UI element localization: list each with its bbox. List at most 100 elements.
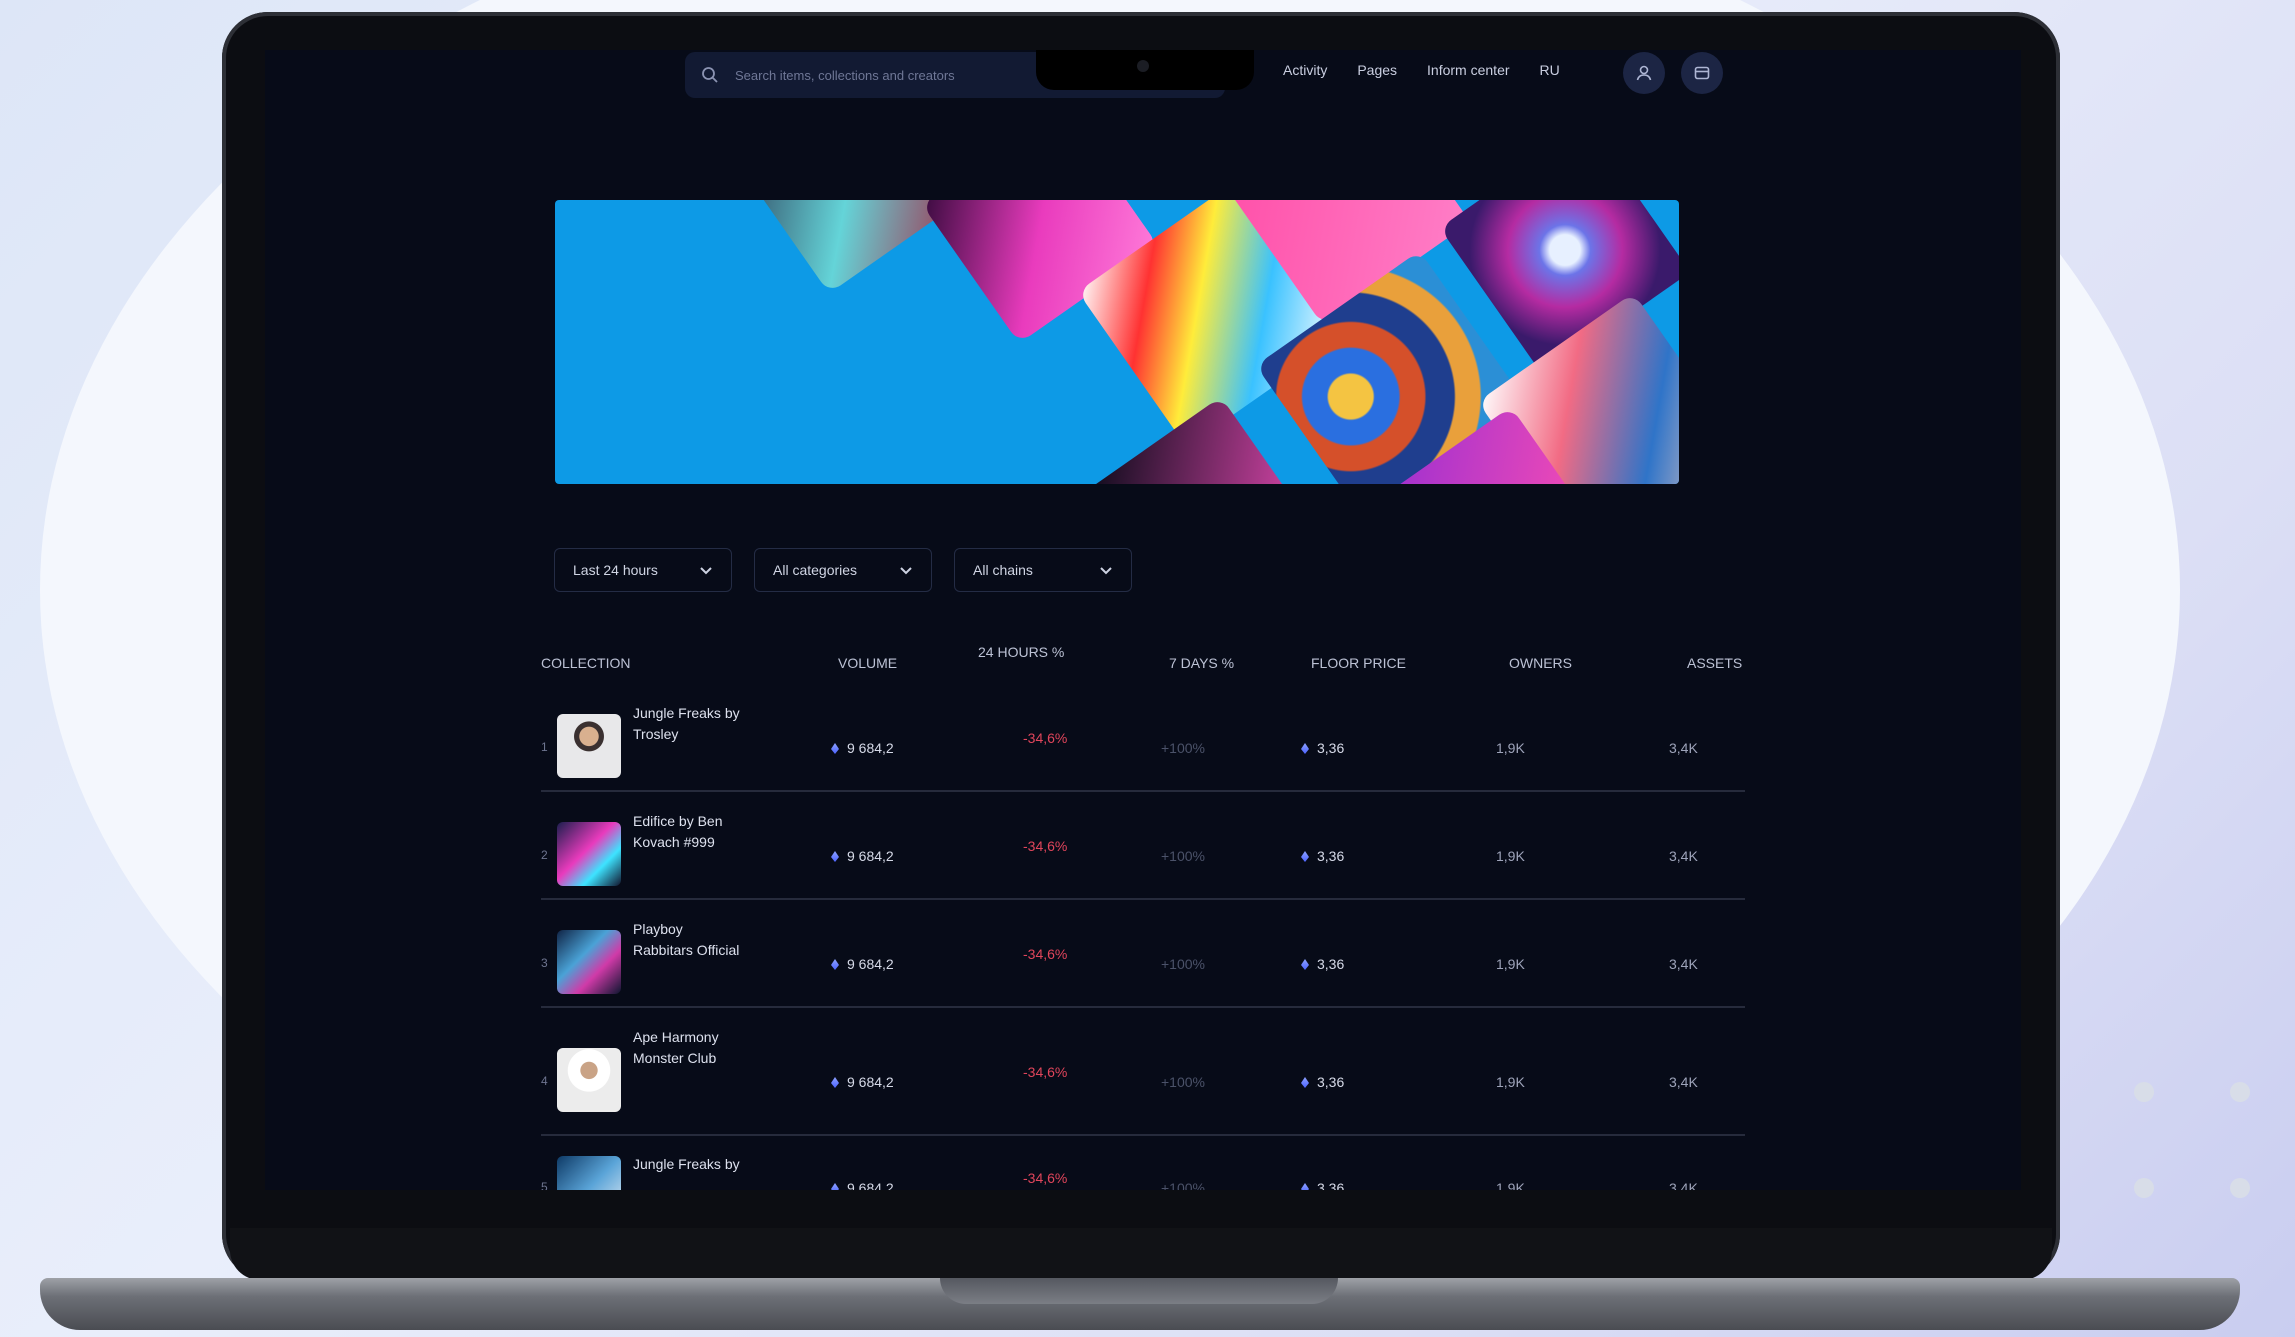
category-filter-dropdown[interactable]: All categories [754,548,932,592]
decor-dot [2134,1178,2154,1198]
search-icon [702,67,718,83]
change-24h: -34,6% [1023,838,1068,854]
row-rank: 3 [541,956,548,970]
collection-name[interactable]: Edifice by Ben Kovach #999 [633,811,743,853]
header-collection[interactable]: COLLECTION [541,655,630,671]
floor-value: 3,36 [1317,1180,1345,1190]
eth-icon [1301,743,1309,754]
nav-language[interactable]: RU [1540,62,1560,78]
floor-cell: 3,36 [1301,1074,1344,1090]
collection-name[interactable]: Jungle Freaks by [633,1154,743,1175]
change-24h: -34,6% [1023,1064,1068,1080]
collection-name[interactable]: Ape Harmony Monster Club [633,1027,743,1069]
volume-cell: 9 684,2 [831,1074,894,1090]
user-icon [1636,65,1652,81]
category-filter-label: All categories [773,562,858,578]
change-7d: +100% [1161,1074,1205,1090]
change-7d: +100% [1161,956,1205,972]
profile-button[interactable] [1623,52,1665,94]
collection-name[interactable]: Jungle Freaks by Trosley [633,703,743,745]
floor-value: 3,36 [1317,956,1345,972]
header-7d[interactable]: 7 DAYS % [1169,655,1234,671]
eth-icon [1301,851,1309,862]
wallet-icon [1694,66,1710,80]
camera-icon [1137,60,1149,72]
change-24h: -34,6% [1023,1170,1068,1186]
header-volume[interactable]: VOLUME [838,655,897,671]
row-divider [541,790,1745,792]
change-24h: -34,6% [1023,946,1068,962]
time-filter-label: Last 24 hours [573,562,658,578]
volume-value: 9 684,2 [847,848,894,864]
volume-cell: 9 684,2 [831,740,894,756]
floor-cell: 3,36 [1301,956,1344,972]
volume-value: 9 684,2 [847,1180,894,1190]
row-rank: 2 [541,848,548,862]
eth-icon [1301,1077,1309,1088]
owners-value: 1,9K [1496,740,1525,756]
floor-value: 3,36 [1317,1074,1345,1090]
hero-banner [555,200,1679,484]
chain-filter-dropdown[interactable]: All chains [954,548,1132,592]
volume-cell: 9 684,2 [831,956,894,972]
header-24h[interactable]: 24 HOURS % [978,644,1064,660]
collection-avatar [557,1156,621,1190]
change-7d: +100% [1161,1180,1205,1190]
chevron-down-icon [1100,566,1112,574]
volume-value: 9 684,2 [847,956,894,972]
owners-value: 1,9K [1496,956,1525,972]
owners-value: 1,9K [1496,848,1525,864]
row-rank: 1 [541,740,548,754]
collection-name[interactable]: Playboy Rabbitars Official [633,919,743,961]
row-divider [541,898,1745,900]
nav-activity[interactable]: Activity [1283,62,1327,78]
screen: Activity Pages Inform center RU Last 24 … [265,50,2021,1190]
decor-dot [2230,1178,2250,1198]
row-divider [541,1134,1745,1136]
volume-value: 9 684,2 [847,1074,894,1090]
decor-dot [2134,1082,2154,1102]
change-24h: -34,6% [1023,730,1068,746]
floor-cell: 3,36 [1301,848,1344,864]
assets-value: 3,4K [1669,1180,1698,1190]
eth-icon [1301,959,1309,970]
owners-value: 1,9K [1496,1074,1525,1090]
nav-inform-center[interactable]: Inform center [1427,62,1509,78]
change-7d: +100% [1161,740,1205,756]
floor-value: 3,36 [1317,848,1345,864]
eth-icon [831,851,839,862]
volume-cell: 9 684,2 [831,1180,894,1190]
laptop-opening-notch [940,1278,1338,1304]
wallet-button[interactable] [1681,52,1723,94]
row-rank: 5 [541,1180,548,1190]
eth-icon [831,743,839,754]
table-row[interactable]: 5 Jungle Freaks by 9 684,2 -34,6% +100% … [541,1152,1745,1190]
assets-value: 3,4K [1669,740,1698,756]
assets-value: 3,4K [1669,956,1698,972]
eth-icon [1301,1183,1309,1190]
decor-dot [2230,1082,2250,1102]
header-assets[interactable]: ASSETS [1687,655,1742,671]
time-filter-dropdown[interactable]: Last 24 hours [554,548,732,592]
nft-art-card [1081,396,1319,484]
chevron-down-icon [900,566,912,574]
floor-cell: 3,36 [1301,1180,1344,1190]
eth-icon [831,1183,839,1190]
volume-cell: 9 684,2 [831,848,894,864]
top-nav: Activity Pages Inform center RU [1283,62,1560,78]
chevron-down-icon [700,566,712,574]
row-divider [541,1006,1745,1008]
nav-pages[interactable]: Pages [1357,62,1397,78]
collection-avatar [557,1048,621,1112]
row-rank: 4 [541,1074,548,1088]
change-7d: +100% [1161,848,1205,864]
table-row[interactable]: 4 Ape Harmony Monster Club 9 684,2 -34,6… [541,1022,1745,1142]
chain-filter-label: All chains [973,562,1033,578]
floor-value: 3,36 [1317,740,1345,756]
collection-avatar [557,930,621,994]
volume-value: 9 684,2 [847,740,894,756]
header-floor-price[interactable]: FLOOR PRICE [1311,655,1406,671]
owners-value: 1,9K [1496,1180,1525,1190]
header-owners[interactable]: OWNERS [1509,655,1572,671]
assets-value: 3,4K [1669,1074,1698,1090]
